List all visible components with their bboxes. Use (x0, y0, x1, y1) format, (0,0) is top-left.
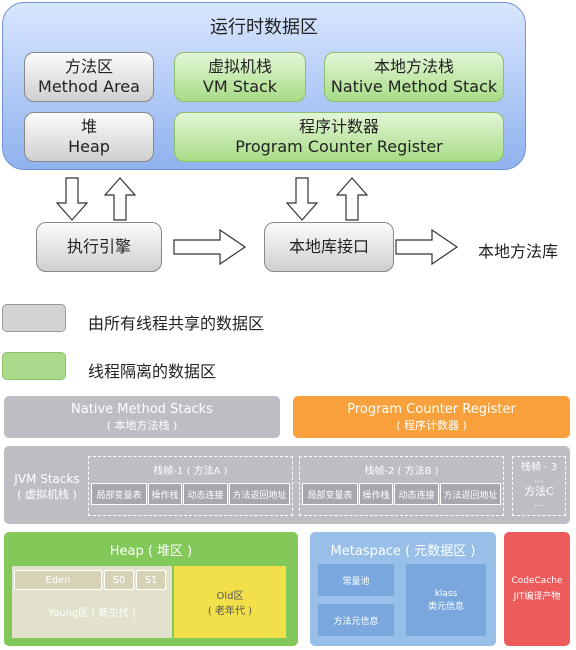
legend-shared-swatch (2, 304, 66, 332)
arrow-up-icon (335, 177, 369, 221)
pc-register-panel-cn: ( 程序计数器 ) (396, 418, 467, 432)
native-interface-box: 本地库接口 (264, 222, 394, 272)
stack-frame-2-title: 栈帧-2 ( 方法B ) (364, 466, 439, 477)
native-stacks-panel: Native Method Stacks ( 本地方法栈 ) (4, 396, 280, 438)
stack-frame-3-dots-bottom: ... (534, 498, 544, 509)
arrow-up-icon (103, 177, 137, 221)
heap-panel-title: Heap ( 堆区 ) (109, 544, 193, 559)
jvm-stacks-label: JVM Stacks ( 虚拟机栈 ) (8, 471, 86, 503)
legend-isolated-swatch (2, 352, 66, 380)
pc-register-panel: Program Counter Register ( 程序计数器 ) (293, 396, 570, 438)
arrow-right-icon (395, 228, 459, 266)
stack-frame-3: 栈帧 - 3 ... 方法C ... (512, 456, 566, 516)
native-interface-label: 本地库接口 (288, 237, 369, 256)
constant-pool: 常量池 (318, 564, 394, 596)
frame-1-return-address: 方法返回地址 (229, 483, 290, 505)
method-metadata: 方法元信息 (318, 604, 394, 636)
native-library-label: 本地方法库 (478, 242, 559, 261)
arrow-down-icon (285, 177, 319, 221)
execution-engine-label: 执行引擎 (66, 237, 131, 256)
arrow-right-icon (173, 228, 247, 266)
survivor-0: S0 (104, 570, 134, 590)
codecache-title: CodeCache (511, 576, 563, 586)
young-gen-label: Young区 ( 新生代 ) (48, 607, 136, 619)
old-gen: Old区 ( 老年代 ) (174, 566, 286, 638)
stack-frame-3-title: 栈帧 - 3 (520, 462, 558, 473)
survivor-1: S1 (136, 570, 166, 590)
frame-2-local-vars: 局部变量表 (302, 483, 358, 505)
pc-register-panel-en: Program Counter Register (347, 401, 516, 417)
execution-engine-box: 执行引擎 (36, 222, 162, 272)
frame-2-return-address: 方法返回地址 (440, 483, 501, 505)
legend-isolated-label: 线程隔离的数据区 (88, 362, 217, 381)
frame-2-operand-stack: 操作栈 (359, 483, 393, 505)
eden-space: Eden (14, 570, 102, 590)
klass-metadata: klass 类元信息 (406, 564, 486, 636)
frame-1-dynamic-link: 动态连接 (183, 483, 228, 505)
native-stacks-en: Native Method Stacks (71, 401, 213, 417)
frame-1-local-vars: 局部变量表 (91, 483, 147, 505)
old-gen-label: Old区 (216, 591, 244, 602)
codecache-sub: JIT编译产物 (513, 592, 561, 602)
metaspace-title: Metaspace ( 元数据区 ) (330, 544, 476, 559)
stack-frame-1-title: 栈帧-1 ( 方法A ) (153, 466, 228, 477)
arrow-down-icon (55, 177, 89, 221)
frame-2-dynamic-link: 动态连接 (394, 483, 439, 505)
old-gen-cn: ( 老年代 ) (207, 606, 253, 617)
jvm-stacks-en: JVM Stacks (14, 472, 80, 486)
jvm-stacks-cn: ( 虚拟机栈 ) (17, 488, 77, 501)
codecache-panel: CodeCache JIT编译产物 (504, 532, 570, 646)
native-stacks-cn: ( 本地方法栈 ) (106, 418, 178, 432)
frame-1-operand-stack: 操作栈 (148, 483, 182, 505)
stack-frame-3-method: 方法C (524, 485, 554, 498)
klass-cn-label: 类元信息 (427, 601, 464, 612)
klass-label: klass (434, 588, 458, 599)
legend-shared-label: 由所有线程共享的数据区 (88, 314, 265, 333)
